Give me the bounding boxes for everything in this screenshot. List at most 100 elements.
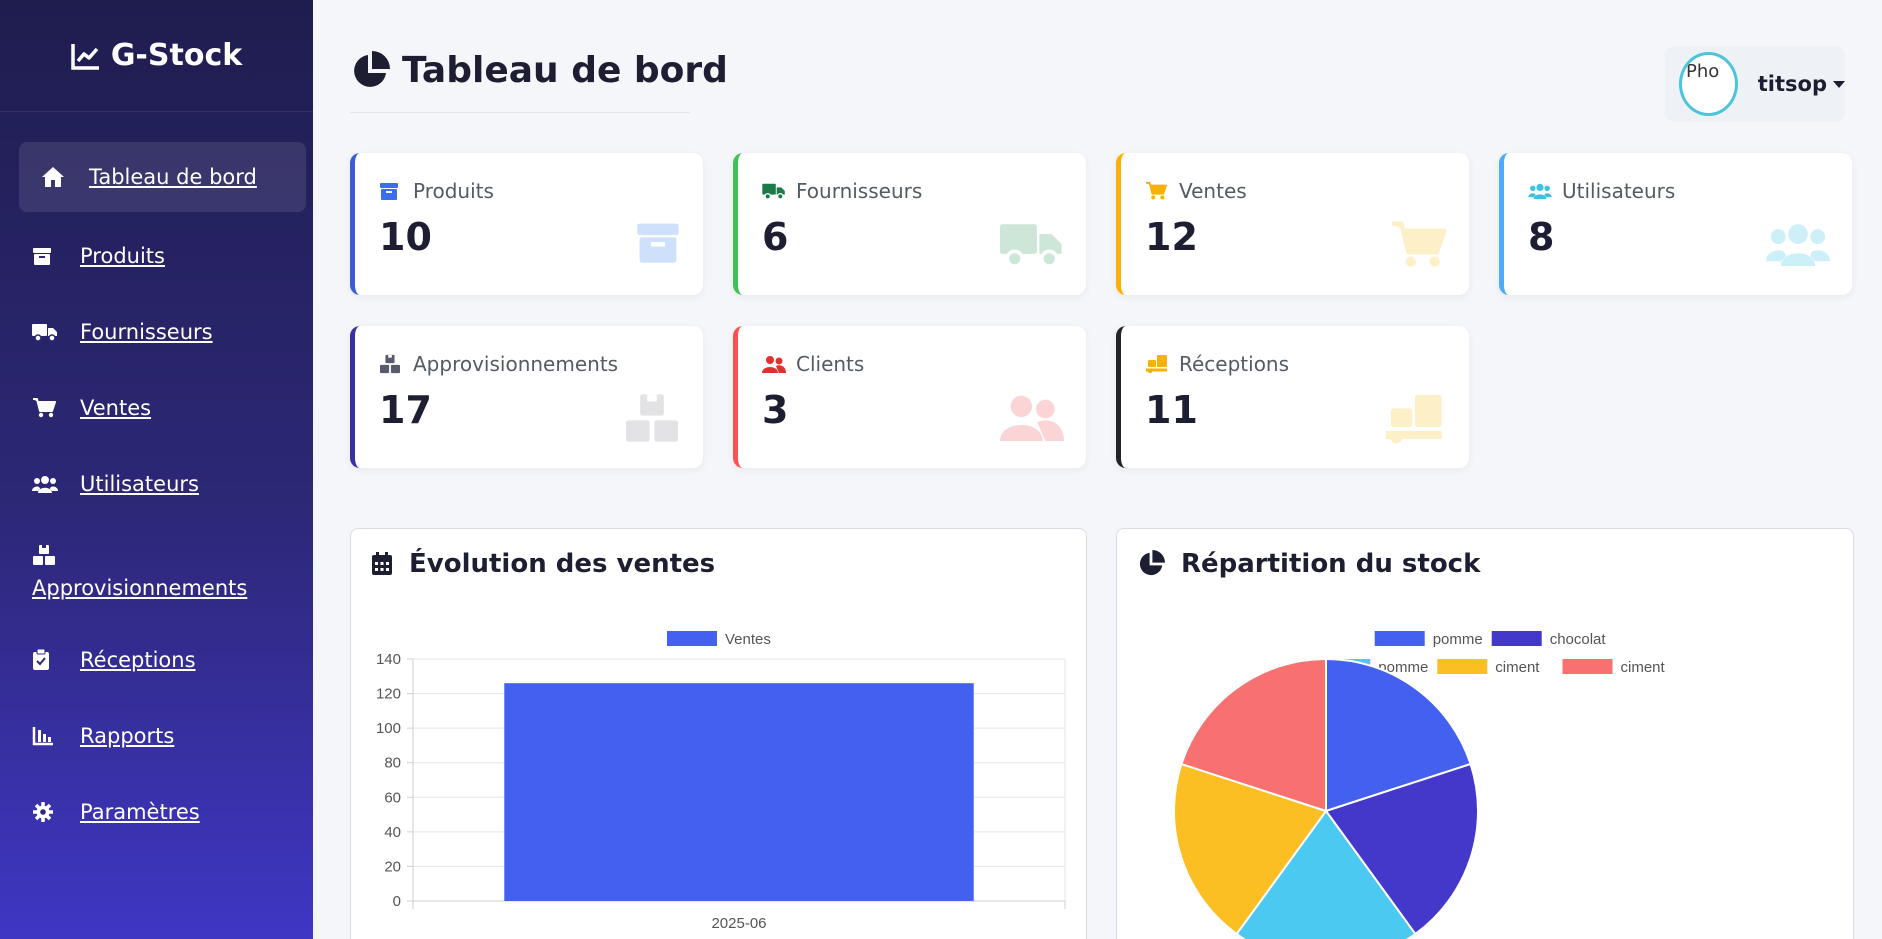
legend-label: Ventes bbox=[725, 631, 771, 648]
clipboard-check-icon bbox=[32, 649, 66, 671]
sales-bar-chart: Ventes 0 20 40 60 80 100 120 140 2025-06 bbox=[376, 631, 1066, 932]
sidebar-item-label: Approvisionnements bbox=[32, 576, 248, 600]
stat-card-ventes[interactable]: Ventes 12 bbox=[1116, 153, 1469, 295]
sidebar-item-label: Produits bbox=[80, 244, 165, 268]
legend-swatch bbox=[1437, 659, 1488, 674]
page-title-text: Tableau de bord bbox=[402, 50, 728, 91]
line-chart-icon bbox=[71, 43, 99, 70]
y-tick-label: 60 bbox=[384, 789, 401, 806]
sales-panel-title-text: Évolution des ventes bbox=[409, 549, 716, 579]
stat-label: Utilisateurs bbox=[1562, 179, 1676, 203]
stat-value: 8 bbox=[1528, 215, 1555, 259]
boxes-icon bbox=[32, 544, 66, 566]
sidebar-item-label: Rapports bbox=[80, 724, 175, 748]
y-tick-label: 140 bbox=[376, 651, 401, 668]
stock-panel-title-text: Répartition du stock bbox=[1181, 549, 1481, 579]
stat-label: Réceptions bbox=[1179, 352, 1290, 376]
stat-label: Clients bbox=[796, 352, 865, 376]
page-title: Tableau de bord bbox=[350, 50, 728, 91]
stat-card-receptions[interactable]: Réceptions 11 bbox=[1116, 326, 1469, 468]
truck-icon bbox=[32, 322, 66, 342]
stat-card-utilisateurs[interactable]: Utilisateurs 8 bbox=[1499, 153, 1852, 295]
legend-label: ciment bbox=[1495, 659, 1540, 676]
legend-swatch bbox=[1374, 631, 1425, 646]
users-icon bbox=[1766, 219, 1830, 273]
sidebar-item-label: Utilisateurs bbox=[80, 472, 199, 496]
box-icon bbox=[32, 246, 66, 266]
stat-card-head: Fournisseurs bbox=[762, 179, 922, 203]
brand-name: G-Stock bbox=[110, 38, 243, 73]
sidebar-nav: Tableau de bord Produits Fournisseurs Ve… bbox=[0, 112, 313, 850]
stock-pie-chart: pomme chocolatpomme ciment ciment bbox=[1173, 631, 1666, 939]
stat-value: 12 bbox=[1145, 215, 1198, 259]
pie-chart-icon bbox=[1139, 550, 1165, 576]
stat-value: 3 bbox=[762, 388, 789, 432]
sales-panel: Évolution des ventes Ventes 0 20 40 60 80 100 1… bbox=[350, 528, 1087, 939]
sidebar-item-parametres[interactable]: Paramètres bbox=[0, 774, 313, 850]
legend-label: pomme bbox=[1433, 631, 1483, 648]
pie-chart-icon bbox=[354, 50, 390, 87]
stat-card-approvisionnements[interactable]: Approvisionnements 17 bbox=[350, 326, 703, 468]
dolly-icon bbox=[1383, 392, 1447, 450]
users-icon bbox=[1000, 392, 1064, 446]
stat-card-head: Utilisateurs bbox=[1528, 179, 1675, 203]
sidebar: G-Stock Tableau de bord Produits Fournis… bbox=[0, 0, 313, 939]
sidebar-item-ventes[interactable]: Ventes bbox=[0, 370, 313, 446]
boxes-icon bbox=[623, 392, 681, 448]
stat-card-fournisseurs[interactable]: Fournisseurs 6 bbox=[733, 153, 1086, 295]
stat-card-head: Ventes bbox=[1145, 179, 1247, 203]
y-tick-label: 20 bbox=[384, 858, 401, 875]
stat-card-clients[interactable]: Clients 3 bbox=[733, 326, 1086, 468]
legend-swatch bbox=[667, 631, 717, 646]
stat-value: 11 bbox=[1145, 388, 1198, 432]
stat-card-produits[interactable]: Produits 10 bbox=[350, 153, 703, 295]
users-icon bbox=[762, 355, 786, 373]
title-divider bbox=[350, 112, 690, 113]
y-tick-label: 0 bbox=[393, 893, 401, 910]
dolly-icon bbox=[1145, 354, 1169, 374]
brand[interactable]: G-Stock bbox=[0, 0, 313, 112]
cart-icon bbox=[32, 397, 66, 419]
y-tick-label: 40 bbox=[384, 824, 401, 841]
stat-label: Fournisseurs bbox=[796, 179, 923, 203]
stat-card-head: Produits bbox=[379, 179, 494, 203]
truck-icon bbox=[1000, 219, 1064, 273]
legend-swatch bbox=[1562, 659, 1613, 674]
sidebar-item-label: Ventes bbox=[80, 396, 152, 420]
cart-icon bbox=[1145, 181, 1169, 201]
avatar[interactable]: Pho bbox=[1679, 52, 1738, 116]
home-icon bbox=[41, 166, 75, 188]
chevron-down-icon[interactable] bbox=[1833, 80, 1845, 88]
sidebar-item-receptions[interactable]: Réceptions bbox=[0, 622, 313, 698]
cart-icon bbox=[1389, 219, 1447, 275]
bar-chart-icon bbox=[32, 726, 66, 746]
stat-label: Approvisionnements bbox=[413, 352, 619, 376]
stat-label: Produits bbox=[413, 179, 494, 203]
sidebar-item-approvisionnements[interactable]: Approvisionnements bbox=[0, 522, 313, 622]
box-icon bbox=[379, 181, 403, 201]
sidebar-item-fournisseurs[interactable]: Fournisseurs bbox=[0, 294, 313, 370]
y-tick-label: 80 bbox=[384, 755, 401, 772]
stock-panel: Répartition du stock pomme chocolat pomme c… bbox=[1116, 528, 1854, 939]
stat-card-head: Clients bbox=[762, 352, 864, 376]
legend-label: ciment bbox=[1621, 659, 1666, 676]
stat-value: 17 bbox=[379, 388, 432, 432]
sidebar-item-label: Fournisseurs bbox=[80, 320, 213, 344]
sidebar-item-label: Paramètres bbox=[80, 800, 200, 824]
sidebar-item-rapports[interactable]: Rapports bbox=[0, 698, 313, 774]
sidebar-item-utilisateurs[interactable]: Utilisateurs bbox=[0, 446, 313, 522]
box-icon bbox=[635, 219, 681, 269]
y-tick-label: 100 bbox=[376, 720, 401, 737]
boxes-icon bbox=[379, 354, 403, 374]
username[interactable]: titsop bbox=[1758, 72, 1827, 96]
stat-card-head: Approvisionnements bbox=[379, 352, 618, 376]
gear-icon bbox=[32, 801, 66, 823]
sidebar-item-produits[interactable]: Produits bbox=[0, 218, 313, 294]
bar bbox=[504, 683, 974, 901]
y-tick-label: 120 bbox=[376, 686, 401, 703]
user-menu[interactable]: Pho titsop bbox=[1665, 46, 1845, 122]
legend-swatch bbox=[1491, 631, 1542, 646]
calendar-icon bbox=[372, 552, 392, 575]
sidebar-item-tableau-de-bord[interactable]: Tableau de bord bbox=[19, 142, 306, 212]
stock-panel-title: Répartition du stock bbox=[1137, 549, 1480, 579]
